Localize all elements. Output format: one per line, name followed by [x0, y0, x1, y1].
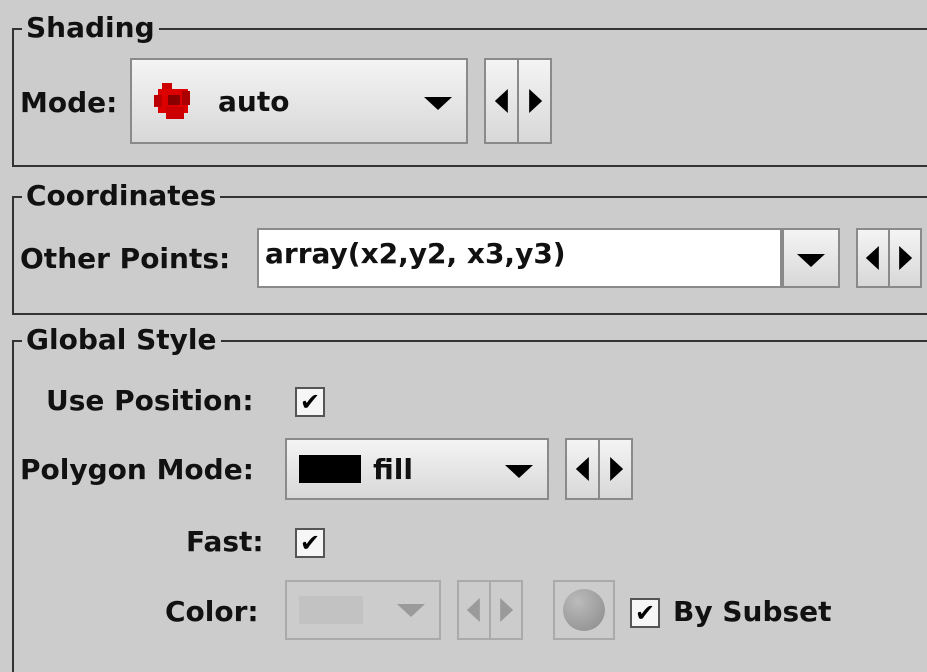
color-prev-button[interactable] — [459, 582, 489, 638]
coordinates-title: Coordinates — [22, 178, 221, 214]
mode-label: Mode: — [20, 86, 118, 119]
global-style-title: Global Style — [22, 322, 221, 358]
mode-prev-button[interactable] — [486, 60, 517, 142]
color-chooser-button[interactable] — [553, 580, 615, 640]
color-stepper[interactable] — [457, 580, 523, 640]
fast-checkbox[interactable]: ✔ — [295, 528, 325, 558]
other-points-field[interactable]: array(x2,y2, x3,y3) — [257, 228, 782, 288]
left-arrow-icon — [494, 89, 508, 113]
mode-dropdown-icon — [424, 97, 452, 110]
mode-combo[interactable]: auto — [130, 58, 468, 144]
right-arrow-icon — [528, 89, 542, 113]
fast-label: Fast: — [186, 525, 264, 558]
color-combo[interactable] — [285, 580, 441, 640]
mode-stepper[interactable] — [484, 58, 552, 144]
shading-title: Shading — [22, 10, 159, 46]
red-blob-icon — [154, 83, 190, 119]
mode-value: auto — [218, 85, 290, 118]
right-arrow-icon — [500, 598, 514, 622]
by-subset-checkbox[interactable]: ✔ — [630, 598, 660, 628]
other-points-next-button[interactable] — [888, 230, 920, 286]
right-arrow-icon — [899, 246, 913, 270]
right-arrow-icon — [609, 457, 623, 481]
by-subset-label: By Subset — [673, 595, 832, 628]
color-swatch-icon — [299, 596, 363, 624]
polygon-mode-prev-button[interactable] — [567, 440, 598, 498]
polygon-mode-label: Polygon Mode: — [20, 453, 254, 486]
left-arrow-icon — [575, 457, 589, 481]
left-arrow-icon — [865, 246, 879, 270]
polygon-mode-next-button[interactable] — [598, 440, 631, 498]
polygon-mode-stepper[interactable] — [565, 438, 633, 500]
mode-next-button[interactable] — [517, 60, 550, 142]
other-points-stepper[interactable] — [856, 228, 922, 288]
chevron-down-icon — [797, 254, 825, 267]
other-points-prev-button[interactable] — [858, 230, 888, 286]
use-position-label: Use Position: — [46, 384, 254, 417]
polygon-mode-combo[interactable]: fill — [285, 438, 549, 500]
use-position-checkbox[interactable]: ✔ — [295, 387, 325, 417]
other-points-value: array(x2,y2, x3,y3) — [265, 237, 566, 270]
color-label: Color: — [165, 595, 259, 628]
color-dropdown-icon — [397, 604, 425, 617]
other-points-label: Other Points: — [20, 242, 231, 275]
polygon-mode-dropdown-icon — [505, 465, 533, 478]
black-rectangle-icon — [299, 455, 361, 483]
other-points-dropdown-button[interactable] — [782, 228, 840, 288]
color-next-button[interactable] — [489, 582, 521, 638]
color-circle-icon — [563, 589, 605, 631]
polygon-mode-value: fill — [373, 453, 413, 486]
left-arrow-icon — [466, 598, 480, 622]
